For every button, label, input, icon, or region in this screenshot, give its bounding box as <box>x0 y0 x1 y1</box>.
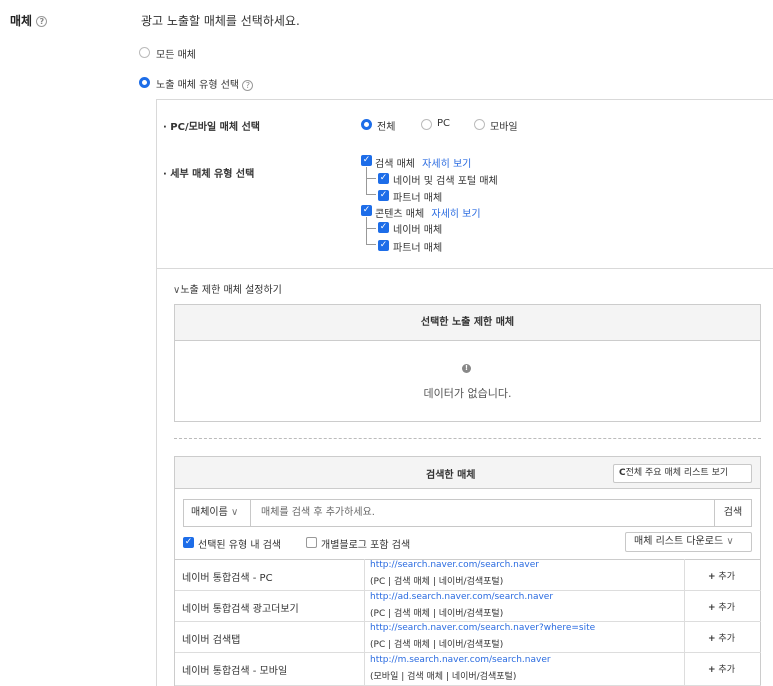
row-media-url[interactable]: http://search.naver.com/search.naver <box>370 560 539 570</box>
checkbox-include-blog[interactable] <box>306 537 317 548</box>
row-media-name: 네이버 통합검색 - 모바일 <box>182 666 288 677</box>
dashed-divider <box>174 438 761 439</box>
include-blog-label: 개별블로그 포함 검색 <box>321 540 411 551</box>
selected-exclude-box: 선택한 노출 제한 매체 ! 데이터가 없습니다. <box>174 304 761 422</box>
field-description: 광고 노출할 매체를 선택하세요. <box>141 14 300 28</box>
selected-exclude-header: 선택한 노출 제한 매체 <box>175 305 760 341</box>
content-media-detail-link[interactable]: 자세히 보기 <box>431 209 480 220</box>
checkbox-naver-content[interactable]: ✓ <box>378 222 389 233</box>
tree-line <box>366 217 376 229</box>
tree-line <box>366 167 376 179</box>
chevron-down-icon: ∨ <box>231 507 239 518</box>
plus-icon: + <box>708 603 716 613</box>
plus-icon: + <box>708 634 716 644</box>
search-panel-title: 검색한 매체 <box>426 470 476 481</box>
checkbox-search-selected-type[interactable]: ✓ <box>183 537 194 548</box>
row-media-name: 네이버 통합검색 광고더보기 <box>182 604 299 615</box>
plus-icon: + <box>708 572 716 582</box>
help-icon[interactable]: ? <box>36 16 48 27</box>
row-media-meta: (PC | 검색 매체 | 네이버/검색포털) <box>370 609 504 619</box>
radio-device-mobile[interactable] <box>474 119 485 130</box>
exclude-toggle[interactable]: ∨노출 제한 매체 설정하기 <box>173 281 282 296</box>
row-media-url[interactable]: http://m.search.naver.com/search.naver <box>370 655 551 665</box>
row-media-name: 네이버 검색탭 <box>182 635 241 646</box>
checkbox-search-partner[interactable]: ✓ <box>378 190 389 201</box>
plus-icon: + <box>708 665 716 675</box>
empty-icon: ! <box>462 364 471 373</box>
search-button[interactable]: 검색 <box>714 499 752 527</box>
section-divider <box>157 268 773 269</box>
row-media-url[interactable]: http://ad.search.naver.com/search.naver <box>370 592 553 602</box>
search-media-detail-link[interactable]: 자세히 보기 <box>422 159 471 170</box>
search-partner-label: 파트너 매체 <box>393 193 443 204</box>
chevron-down-icon: ∨ <box>726 536 734 547</box>
content-partner-label: 파트너 매체 <box>393 243 443 254</box>
radio-device-mobile-label: 모바일 <box>490 122 518 133</box>
device-title: · PC/모바일 매체 선택 <box>163 122 260 133</box>
naver-content-label: 네이버 매체 <box>393 225 443 236</box>
detail-title: · 세부 매체 유형 선택 <box>163 169 255 180</box>
checkbox-content-media[interactable]: ✓ <box>361 205 372 216</box>
radio-device-pc-label: PC <box>437 118 451 129</box>
checkbox-search-media[interactable]: ✓ <box>361 155 372 166</box>
row-media-url[interactable]: http://search.naver.com/search.naver?whe… <box>370 623 595 633</box>
tree-line <box>366 179 376 195</box>
view-all-media-button[interactable]: C전체 주요 매체 리스트 보기 <box>613 464 752 483</box>
search-media-label: 검색 매체 자세히 보기 <box>375 159 472 170</box>
radio-all-media[interactable] <box>139 47 150 58</box>
refresh-icon: C <box>619 468 626 478</box>
row-media-meta: (PC | 검색 매체 | 네이버/검색포털) <box>370 577 504 587</box>
field-label: 매체 ? <box>10 12 48 29</box>
add-button[interactable]: + 추가 <box>708 631 735 644</box>
radio-all-media-label: 모든 매체 <box>156 50 196 61</box>
add-button[interactable]: + 추가 <box>708 569 735 582</box>
empty-text: 데이터가 없습니다. <box>423 387 512 400</box>
media-name-select[interactable]: 매체이름 ∨ <box>183 499 251 527</box>
radio-device-all-label: 전체 <box>377 122 396 133</box>
row-media-meta: (PC | 검색 매체 | 네이버/검색포털) <box>370 640 504 650</box>
radio-device-all[interactable] <box>361 119 372 130</box>
row-media-meta: (모바일 | 검색 매체 | 네이버/검색포털) <box>370 672 517 682</box>
help-icon[interactable]: ? <box>242 79 254 91</box>
add-button[interactable]: + 추가 <box>708 600 735 613</box>
radio-device-pc[interactable] <box>421 119 432 130</box>
naver-portal-label: 네이버 및 검색 포털 매체 <box>393 176 498 187</box>
content-media-label: 콘텐츠 매체 자세히 보기 <box>375 209 481 220</box>
checkbox-content-partner[interactable]: ✓ <box>378 240 389 251</box>
checkbox-naver-portal[interactable]: ✓ <box>378 173 389 184</box>
radio-select-type-label: 노출 매체 유형 선택 ? <box>156 76 254 91</box>
media-search-input[interactable]: 매체를 검색 후 추가하세요. <box>250 499 715 527</box>
download-list-button[interactable]: 매체 리스트 다운로드 ∨ <box>625 532 752 552</box>
search-selected-type-label: 선택된 유형 내 검색 <box>198 540 282 551</box>
radio-select-type[interactable] <box>139 77 150 88</box>
row-media-name: 네이버 통합검색 - PC <box>182 573 273 584</box>
tree-line <box>366 229 376 245</box>
add-button[interactable]: + 추가 <box>708 662 735 675</box>
